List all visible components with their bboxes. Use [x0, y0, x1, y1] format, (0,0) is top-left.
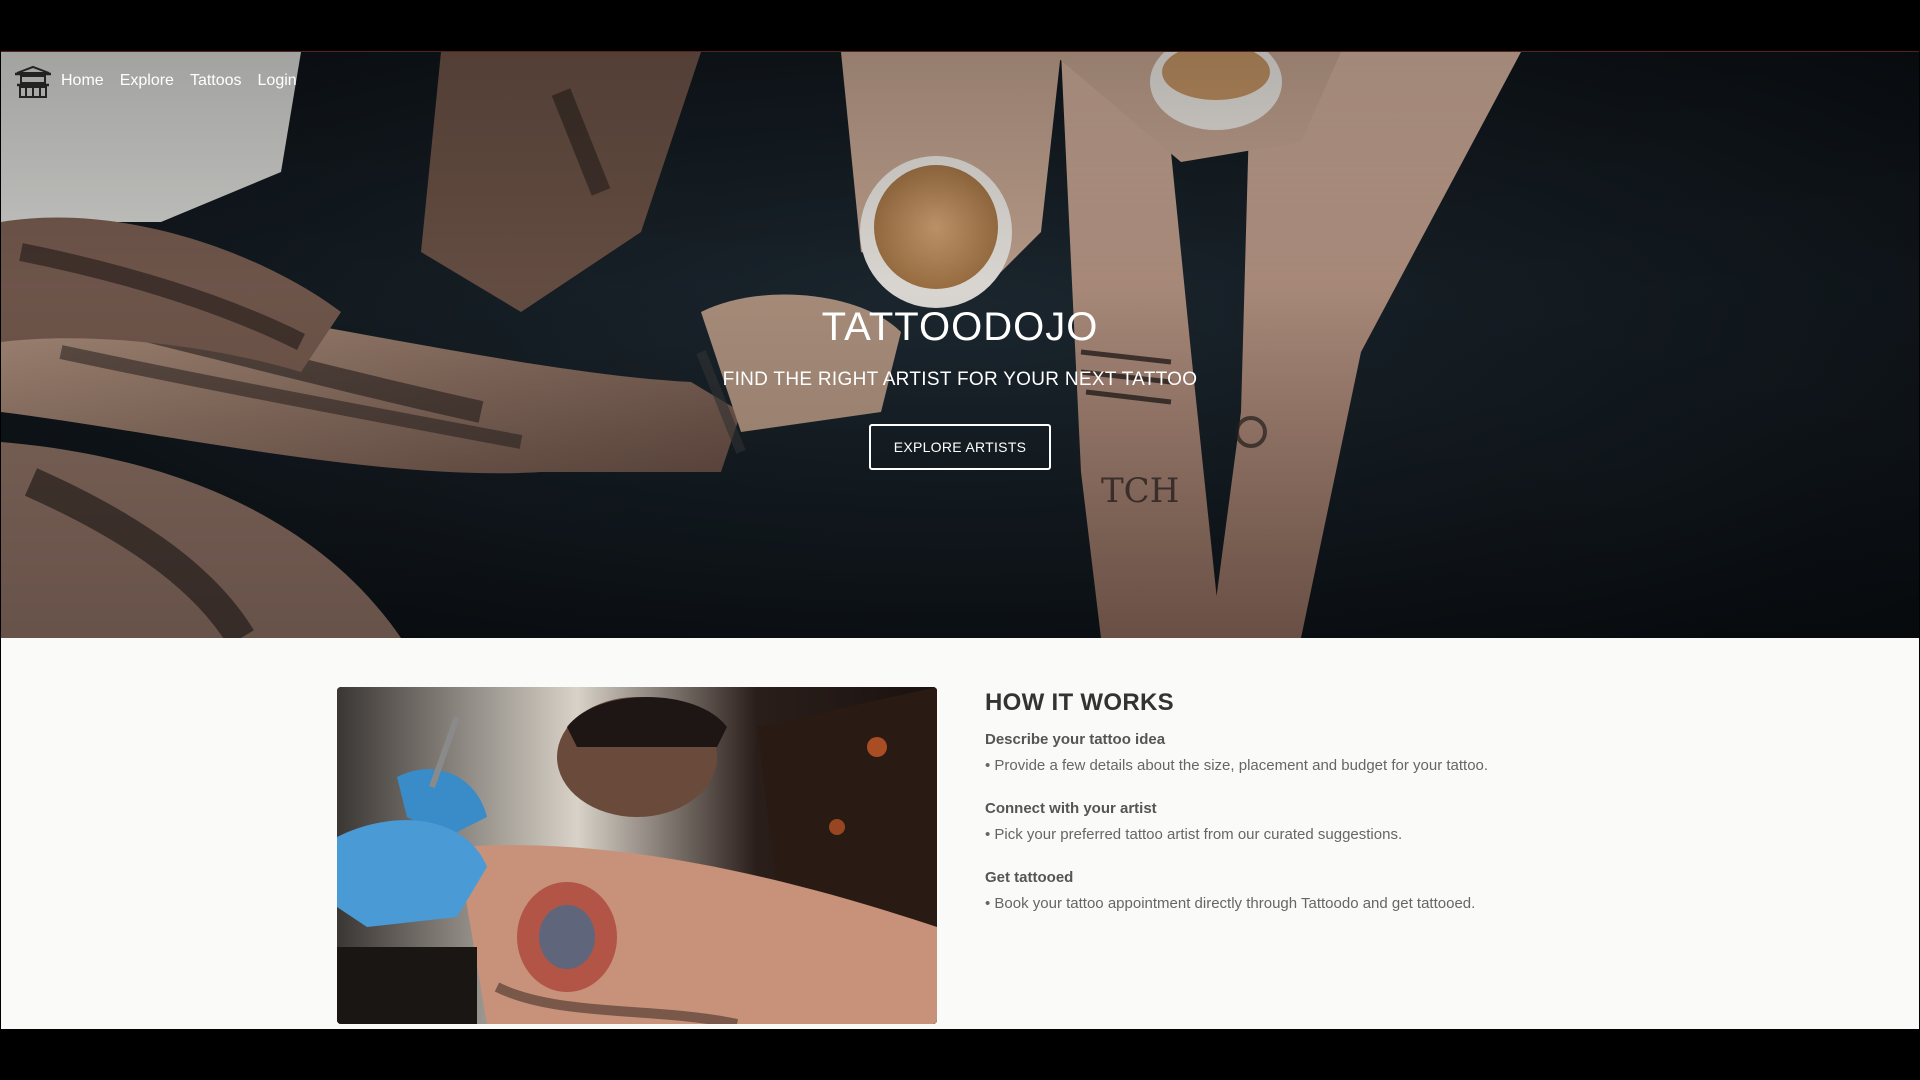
tattoo-artist-photo — [337, 687, 937, 1024]
step-title: Describe your tattoo idea — [985, 731, 1166, 748]
how-it-works-section: HOW IT WORKS Describe your tattoo idea •… — [985, 687, 1685, 936]
nav-link-home[interactable]: Home — [61, 72, 104, 90]
hero-section: TCH — [1, 52, 1919, 638]
top-navbar: Home Explore Tattoos Login — [1, 52, 1919, 110]
hero-title: TATTOODOJO — [821, 305, 1099, 349]
explore-artists-button[interactable]: EXPLORE ARTISTS — [869, 424, 1051, 470]
nav-links: Home Explore Tattoos Login — [61, 52, 297, 110]
nav-link-tattoos[interactable]: Tattoos — [190, 72, 242, 90]
hero-subtitle: FIND THE RIGHT ARTIST FOR YOUR NEXT TATT… — [722, 369, 1198, 390]
pagoda-logo-icon[interactable] — [13, 65, 53, 99]
step-description: • Book your tattoo appointment directly … — [985, 895, 1476, 912]
step-description: • Provide a few details about the size, … — [985, 757, 1489, 774]
step-title: Get tattooed — [985, 869, 1074, 886]
web-page: TCH — [1, 51, 1919, 1029]
step-description: • Pick your preferred tattoo artist from… — [985, 826, 1403, 843]
step-title: Connect with your artist — [985, 800, 1157, 817]
nav-link-explore[interactable]: Explore — [120, 72, 174, 90]
screen: TCH — [0, 0, 1920, 1080]
hero-content: TATTOODOJO FIND THE RIGHT ARTIST FOR YOU… — [1, 302, 1919, 470]
nav-link-login[interactable]: Login — [258, 72, 297, 90]
how-it-works-title: HOW IT WORKS — [985, 689, 1174, 716]
